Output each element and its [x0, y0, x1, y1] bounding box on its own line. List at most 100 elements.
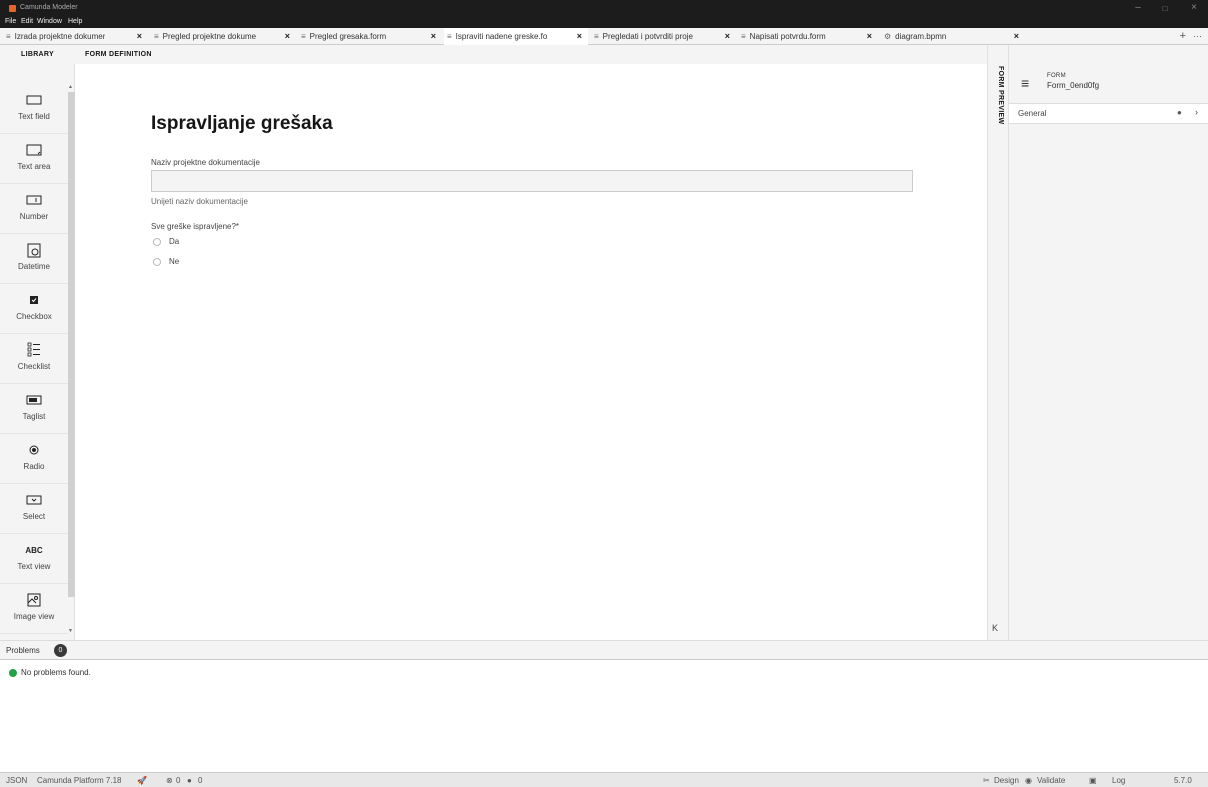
more-tabs-icon[interactable]: ··· [1193, 28, 1202, 45]
status-bar: JSON Camunda Platform 7.18 🚀 ⊗ 0 ● 0 ✂ D… [0, 772, 1208, 787]
scroll-down-icon[interactable]: ▼ [68, 628, 73, 634]
window-title: Camunda Modeler [20, 4, 78, 11]
log-button[interactable]: Log [1112, 776, 1125, 785]
tab-pregled-projektne[interactable]: ≡ Pregled projektne dokume × [154, 28, 296, 45]
minimize-icon[interactable]: – [1130, 2, 1146, 13]
form-icon: ≡ [154, 32, 159, 41]
library-item-datetime[interactable]: Datetime [0, 234, 68, 284]
menu-bar: File Edit Window Help [0, 18, 1208, 28]
form-canvas[interactable] [75, 64, 987, 640]
scroll-up-icon[interactable]: ▲ [68, 84, 73, 90]
library-header: LIBRARY [0, 45, 75, 64]
datetime-icon [0, 241, 68, 259]
tab-close-icon[interactable]: × [867, 28, 872, 45]
radio-group-label: Sve greške ispravljene?* [151, 222, 240, 231]
warning-count-icon[interactable]: ● [187, 776, 192, 785]
menu-help[interactable]: Help [68, 18, 82, 25]
tab-napisati-potvrdu[interactable]: ≡ Napisati potvrdu.form × [741, 28, 878, 45]
form-icon: ≡ [594, 32, 599, 41]
tab-pregledati-potvrditi[interactable]: ≡ Pregledati i potvrditi proje × [594, 28, 736, 45]
library-item-select[interactable]: Select [0, 484, 68, 534]
library-item-checklist[interactable]: Checklist [0, 334, 68, 384]
library-item-text-field[interactable]: Text field [0, 84, 68, 134]
collapse-panel-icon[interactable]: K [992, 623, 998, 633]
maximize-icon[interactable]: □ [1157, 4, 1173, 13]
problems-message: No problems found. [21, 668, 91, 677]
general-group-label: General [1018, 109, 1047, 118]
checkbox-icon [0, 291, 68, 309]
form-preview-label[interactable]: FORM PREVIEW [990, 66, 1004, 124]
chevron-right-icon[interactable]: › [1195, 107, 1198, 117]
validate-icon[interactable]: ◉ [1025, 776, 1032, 785]
form-definition-header: FORM DEFINITION [75, 45, 987, 64]
design-button[interactable]: Design [994, 776, 1019, 785]
gear-icon: ⚙ [884, 32, 892, 41]
tab-izrada-projektne[interactable]: ≡ Izrada projektne dokumer × [6, 28, 148, 45]
tab-close-icon[interactable]: × [431, 28, 436, 45]
field-description: Unijeti naziv dokumentacije [151, 197, 248, 206]
library-item-radio[interactable]: Radio [0, 434, 68, 484]
naziv-dokumentacije-input[interactable] [151, 170, 913, 192]
platform-selector[interactable]: Camunda Platform 7.18 [37, 776, 122, 785]
validate-button[interactable]: Validate [1037, 776, 1065, 785]
element-type: FORM [1047, 73, 1066, 79]
problems-tab[interactable]: Problems [6, 646, 40, 655]
tab-close-icon[interactable]: × [285, 28, 290, 45]
tab-pregled-gresaka[interactable]: ≡ Pregled gresaka.form × [301, 28, 442, 45]
menu-edit[interactable]: Edit [21, 18, 33, 25]
checklist-icon [0, 341, 68, 359]
success-icon [9, 669, 17, 677]
select-icon [0, 491, 68, 509]
library-item-image-view[interactable]: Image view [0, 584, 68, 634]
image-view-icon [0, 591, 68, 609]
radio-option-ne[interactable] [153, 258, 161, 266]
text-area-icon [0, 141, 68, 159]
element-name: Form_0end0fg [1047, 81, 1100, 90]
taglist-icon [0, 391, 68, 409]
menu-file[interactable]: File [5, 18, 16, 25]
error-count: 0 [176, 776, 181, 785]
form-icon: ≡ [301, 32, 306, 41]
text-field-icon [0, 91, 68, 109]
form-preview-toggle[interactable] [987, 45, 1009, 640]
version-label[interactable]: 5.7.0 [1174, 776, 1192, 785]
tab-close-icon[interactable]: × [725, 28, 730, 45]
group-dot-icon: ● [1177, 108, 1182, 117]
library-item-checkbox[interactable]: Checkbox [0, 284, 68, 334]
tab-close-icon[interactable]: × [577, 28, 582, 45]
library-item-text-view[interactable]: ABC Text view [0, 534, 68, 584]
tab-bar: ≡ Izrada projektne dokumer × ≡ Pregled p… [0, 28, 1208, 45]
form-title[interactable]: Ispravljanje grešaka [151, 113, 333, 135]
problems-bar [0, 640, 1208, 660]
json-button[interactable]: JSON [6, 776, 27, 785]
library-panel: Text field Text area Number Datetime Che… [0, 64, 75, 640]
radio-icon [0, 441, 68, 459]
problems-count-badge: 0 [54, 644, 67, 657]
text-view-icon: ABC [25, 545, 43, 555]
tab-close-icon[interactable]: × [1014, 28, 1019, 45]
deploy-icon[interactable]: 🚀 [137, 776, 147, 785]
error-count-icon[interactable]: ⊗ [166, 776, 173, 785]
library-scrollbar[interactable] [68, 92, 75, 597]
radio-label-ne: Ne [169, 257, 180, 266]
library-item-taglist[interactable]: Taglist [0, 384, 68, 434]
library-item-number[interactable]: Number [0, 184, 68, 234]
properties-header [1009, 64, 1208, 104]
menu-window[interactable]: Window [37, 18, 62, 25]
number-icon [0, 191, 68, 209]
new-tab-icon[interactable]: + [1180, 28, 1186, 45]
radio-option-da[interactable] [153, 238, 161, 246]
design-icon[interactable]: ✂ [983, 776, 990, 785]
camunda-logo-icon [9, 5, 16, 12]
close-icon[interactable]: × [1186, 2, 1202, 13]
tab-diagram-bpmn[interactable]: ⚙ diagram.bpmn × [884, 28, 1025, 45]
field-label: Naziv projektne dokumentacije [151, 158, 260, 167]
properties-panel [1009, 45, 1208, 640]
tab-close-icon[interactable]: × [137, 28, 142, 45]
form-icon: ≡ [1021, 75, 1030, 91]
tab-ispraviti-greske[interactable]: ≡ Ispraviti nadene greske.fo × [444, 28, 588, 45]
library-item-text-area[interactable]: Text area [0, 134, 68, 184]
form-icon: ≡ [447, 32, 452, 41]
warning-count: 0 [198, 776, 203, 785]
log-icon[interactable]: ▣ [1089, 776, 1097, 785]
